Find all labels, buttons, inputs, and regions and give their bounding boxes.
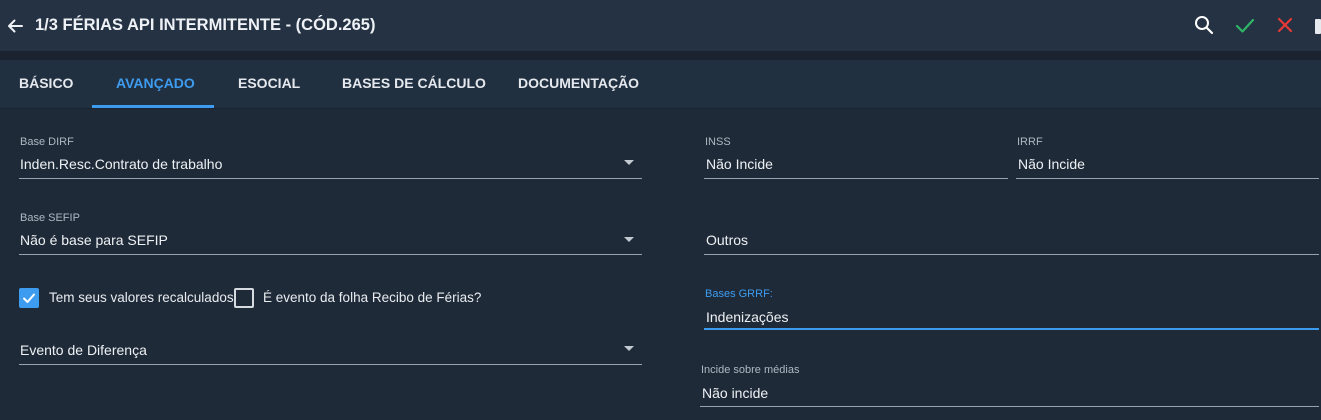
check-icon[interactable]: [1234, 14, 1256, 36]
evento-diferenca-chevron-down-icon[interactable]: [624, 346, 634, 351]
base-sefip-select[interactable]: Não é base para SEFIP: [20, 232, 168, 248]
inss-field[interactable]: Não Incide: [706, 156, 773, 172]
irrf-underline: [1016, 178, 1319, 179]
base-sefip-chevron-down-icon[interactable]: [624, 237, 634, 242]
active-tab-indicator: [92, 105, 214, 108]
incide-medias-field[interactable]: Não incide: [702, 385, 768, 401]
bases-grrf-field[interactable]: Indenizações: [706, 309, 789, 325]
header-divider: [0, 51, 1321, 60]
inss-underline: [704, 178, 1008, 179]
irrf-label: IRRF: [1017, 136, 1043, 148]
app-header: 1/3 FÉRIAS API INTERMITENTE - (CÓD.265): [0, 0, 1321, 51]
close-icon[interactable]: [1274, 14, 1296, 36]
page-title: 1/3 FÉRIAS API INTERMITENTE - (CÓD.265): [35, 16, 376, 34]
base-dirf-chevron-down-icon[interactable]: [624, 160, 634, 165]
incide-medias-label: Incide sobre médias: [701, 364, 800, 376]
bases-grrf-label: Bases GRRF:: [705, 288, 773, 300]
base-dirf-select[interactable]: Inden.Resc.Contrato de trabalho: [20, 156, 222, 172]
evento-diferenca-select[interactable]: Evento de Diferença: [20, 342, 147, 358]
tab-esocial[interactable]: ESOCIAL: [238, 60, 300, 108]
tab-avancado[interactable]: AVANÇADO: [116, 60, 195, 108]
recalculados-checkbox[interactable]: [19, 288, 39, 308]
tab-bar: BÁSICO AVANÇADO ESOCIAL BASES DE CÁLCULO…: [0, 60, 1321, 109]
base-dirf-underline: [19, 178, 642, 179]
base-dirf-label: Base DIRF: [20, 136, 74, 148]
tab-documentacao[interactable]: DOCUMENTAÇÃO: [518, 60, 639, 108]
bases-grrf-underline: [704, 328, 1319, 330]
evento-diferenca-underline: [19, 364, 642, 365]
search-icon[interactable]: [1193, 14, 1215, 36]
outros-underline: [704, 254, 1319, 255]
tab-bases-de-calculo[interactable]: BASES DE CÁLCULO: [342, 60, 486, 108]
incide-medias-underline: [700, 406, 1319, 407]
tab-basico[interactable]: BÁSICO: [19, 60, 73, 108]
recibo-ferias-checkbox[interactable]: [234, 288, 254, 308]
inss-label: INSS: [705, 136, 731, 148]
overflow-icon[interactable]: [1315, 19, 1321, 34]
arrow-left-icon[interactable]: [5, 16, 25, 36]
outros-field[interactable]: Outros: [706, 232, 748, 248]
base-sefip-label: Base SEFIP: [20, 212, 80, 224]
recalculados-label: Tem seus valores recalculados: [49, 290, 234, 305]
checkmark-icon: [23, 293, 35, 303]
base-sefip-underline: [19, 254, 642, 255]
recibo-ferias-label: É evento da folha Recibo de Férias?: [263, 290, 482, 305]
irrf-field[interactable]: Não Incide: [1018, 156, 1085, 172]
